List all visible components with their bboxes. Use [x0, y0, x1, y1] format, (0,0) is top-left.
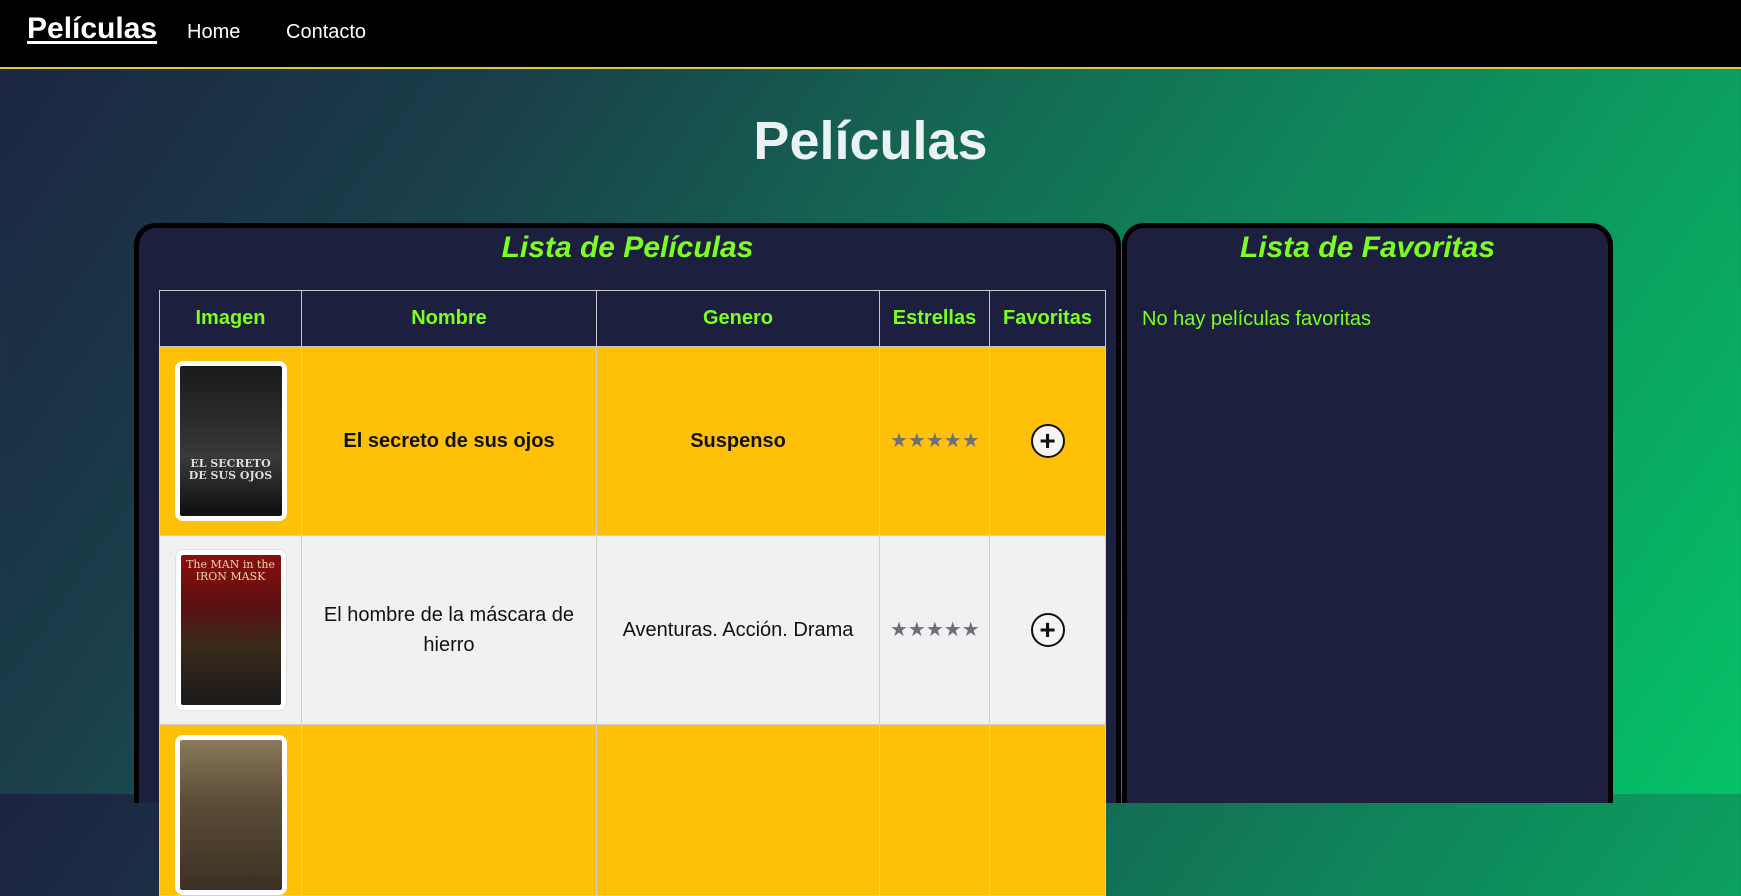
poster-image — [179, 740, 282, 890]
stars-icon[interactable]: ★★★★★ — [890, 430, 980, 452]
nav-link-contacto[interactable]: Contacto — [286, 21, 366, 44]
movies-table: Imagen Nombre Genero Estrellas Favoritas… — [159, 290, 1106, 896]
column-header-favoritas: Favoritas — [989, 290, 1106, 347]
page-title: Películas — [753, 111, 988, 171]
poster-image: The MAN in the IRON MASK — [180, 555, 281, 705]
column-header-nombre: Nombre — [301, 290, 597, 347]
brand-link[interactable]: Películas — [27, 12, 157, 46]
movie-poster: EL SECRETO DE SUS OJOS — [174, 361, 287, 521]
poster-cell: The MAN in the IRON MASK — [159, 535, 302, 725]
navbar: Películas Home Contacto — [0, 0, 1741, 69]
poster-caption: EL SECRETO DE SUS OJOS — [188, 457, 273, 482]
table-header-row: Imagen Nombre Genero Estrellas Favoritas — [159, 290, 1106, 347]
add-favorite-button[interactable]: + — [1030, 423, 1065, 458]
poster-cell: EL SECRETO DE SUS OJOS — [159, 346, 302, 536]
stars-icon[interactable]: ★★★★★ — [890, 619, 980, 641]
add-favorite-button[interactable]: + — [1030, 612, 1065, 647]
favorites-empty-message: No hay películas favoritas — [1142, 308, 1372, 330]
movie-poster: The MAN in the IRON MASK — [174, 549, 287, 711]
movie-genre: Suspenso — [596, 346, 880, 536]
poster-image: EL SECRETO DE SUS OJOS — [179, 366, 282, 516]
table-row — [159, 724, 1106, 896]
column-header-estrellas: Estrellas — [879, 290, 990, 347]
movie-name: El secreto de sus ojos — [301, 346, 597, 536]
movie-name: El hombre de la máscara de hierro — [301, 535, 597, 725]
table-row: The MAN in the IRON MASK El hombre de la… — [159, 535, 1106, 725]
nav-link-home[interactable]: Home — [187, 21, 240, 44]
poster-cell — [159, 724, 302, 896]
movie-genre: Aventuras. Acción. Drama — [596, 535, 880, 725]
poster-caption: The MAN in the IRON MASK — [186, 558, 275, 583]
favorite-cell: + — [989, 535, 1106, 725]
movie-poster — [174, 735, 287, 895]
movie-name — [301, 724, 597, 896]
column-header-genero: Genero — [596, 290, 880, 347]
star-rating: ★★★★★ — [879, 346, 990, 536]
movies-panel: Lista de Películas Imagen Nombre Genero … — [134, 223, 1121, 896]
star-rating: ★★★★★ — [879, 535, 990, 725]
table-row: EL SECRETO DE SUS OJOS El secreto de sus… — [159, 346, 1106, 536]
favorite-cell: + — [989, 346, 1106, 536]
star-rating — [879, 724, 990, 896]
favorite-cell — [989, 724, 1106, 896]
column-header-imagen: Imagen — [159, 290, 302, 347]
favorites-panel: Lista de Favoritas No hay películas favo… — [1122, 223, 1613, 803]
movies-panel-title: Lista de Películas — [501, 231, 754, 264]
favorites-panel-title: Lista de Favoritas — [1239, 231, 1496, 264]
movie-genre — [596, 724, 880, 896]
